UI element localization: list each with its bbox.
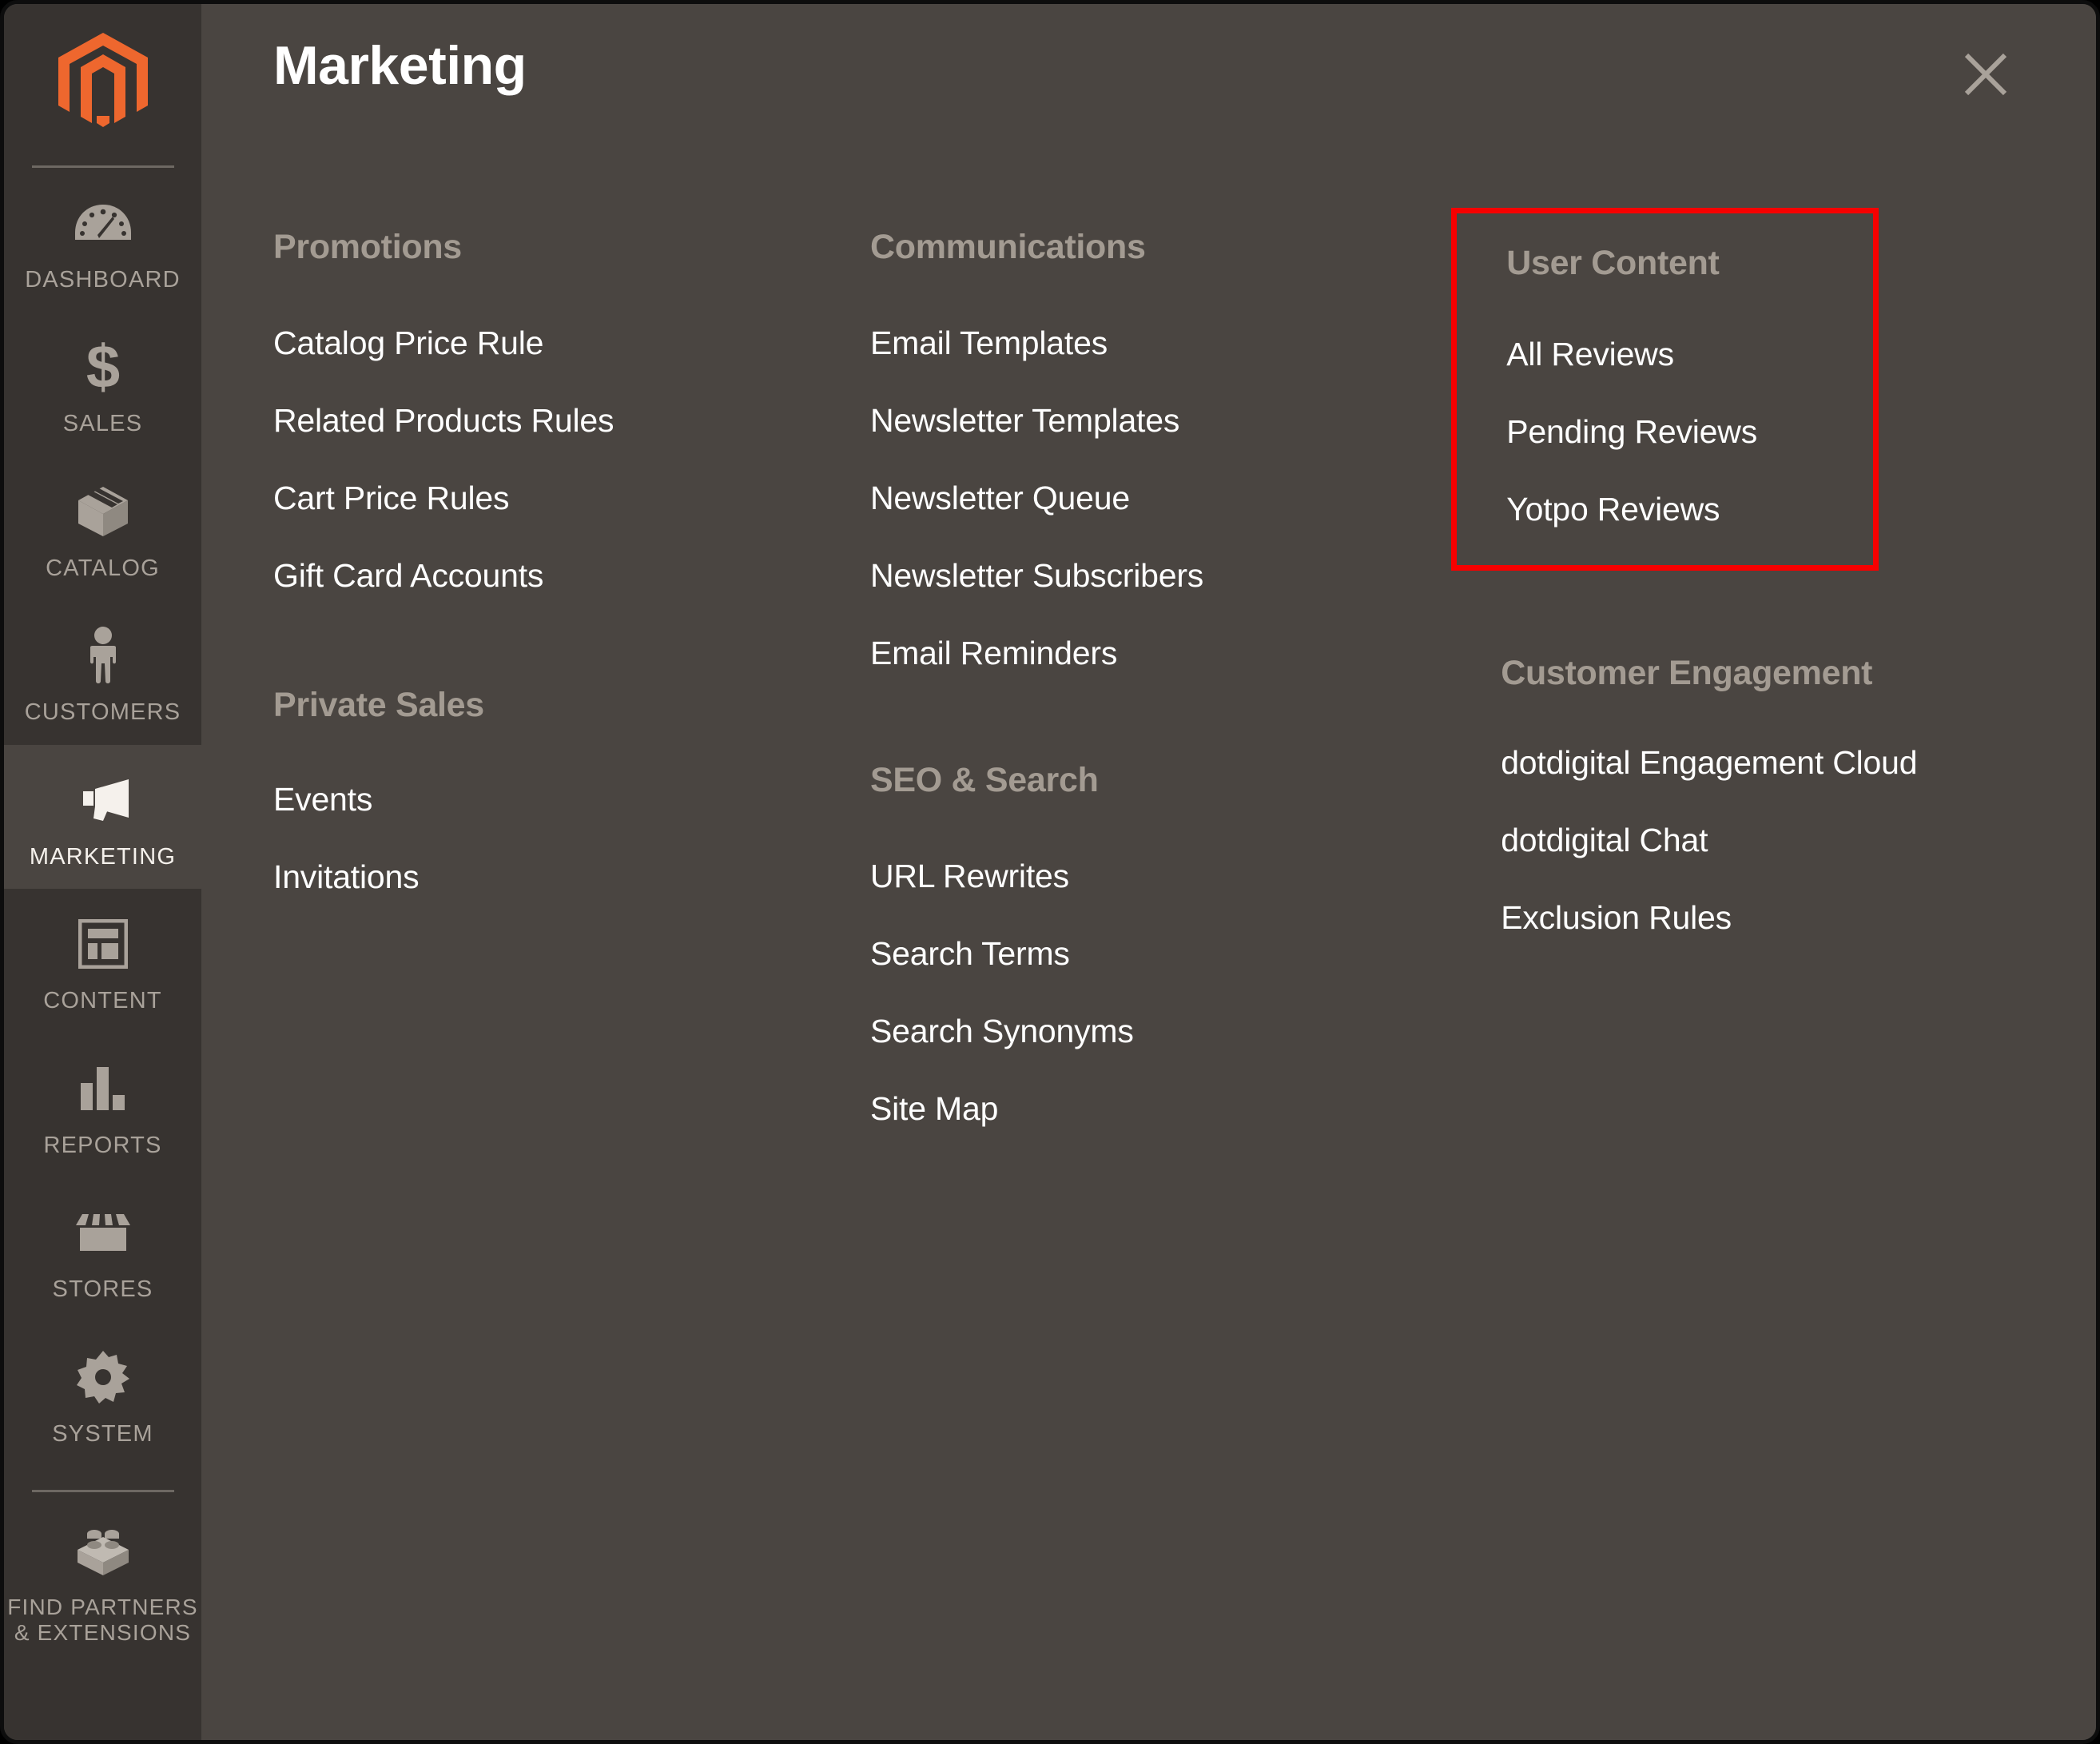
- menu-group-seo-search: SEO & Search URL Rewrites Search Terms S…: [870, 761, 1415, 1133]
- person-icon: [84, 624, 122, 687]
- menu-item-site-map[interactable]: Site Map: [870, 1085, 1415, 1133]
- magento-logo-icon: [58, 33, 148, 127]
- sidebar-divider-bottom: [31, 1490, 174, 1493]
- bar-chart-icon: [79, 1057, 127, 1120]
- group-title: User Content: [1506, 244, 1720, 282]
- menu-item-dotdigital-engagement-cloud[interactable]: dotdigital Engagement Cloud: [1501, 739, 2096, 786]
- menu-column-3: User Content All Reviews Pending Reviews…: [1415, 149, 2096, 1740]
- sidebar-item-reports[interactable]: REPORTS: [4, 1033, 201, 1177]
- menu-item-exclusion-rules[interactable]: Exclusion Rules: [1501, 894, 2096, 942]
- group-items: URL Rewrites Search Terms Search Synonym…: [870, 853, 1415, 1133]
- storefront-icon: [74, 1201, 132, 1264]
- menu-column-1: Promotions Catalog Price Rule Related Pr…: [201, 149, 809, 1740]
- menu-item-related-products-rules[interactable]: Related Products Rules: [273, 397, 809, 444]
- sidebar-item-label: STORES: [52, 1276, 153, 1303]
- sidebar-item-label: SYSTEM: [52, 1420, 153, 1447]
- sidebar-item-label: CONTENT: [43, 988, 162, 1014]
- menu-item-search-terms[interactable]: Search Terms: [870, 930, 1415, 978]
- group-title: Private Sales: [273, 686, 484, 724]
- sidebar-item-label: MARKETING: [29, 843, 177, 870]
- menu-group-user-content: User Content All Reviews Pending Reviews…: [1451, 208, 1879, 571]
- sidebar-item-label: DASHBOARD: [25, 267, 181, 293]
- group-title: Promotions: [273, 228, 462, 266]
- menu-item-all-reviews[interactable]: All Reviews: [1506, 331, 1873, 378]
- menu-item-invitations[interactable]: Invitations: [273, 854, 809, 901]
- megaphone-icon: [73, 769, 133, 831]
- close-button[interactable]: [1957, 46, 2014, 103]
- menu-item-email-reminders[interactable]: Email Reminders: [870, 630, 1415, 677]
- page-title: Marketing: [273, 35, 527, 96]
- layout-icon: [78, 913, 128, 975]
- group-items: dotdigital Engagement Cloud dotdigital C…: [1501, 739, 2096, 942]
- group-title: Communications: [869, 228, 1146, 266]
- box-icon: [77, 480, 129, 543]
- marketing-menu-panel: Marketing Promotions Catalog Price Rule …: [201, 4, 2096, 1740]
- magento-admin-window: DASHBOARD $ SALES CATALOG CUSTOMERS MARK…: [0, 0, 2100, 1744]
- menu-item-pending-reviews[interactable]: Pending Reviews: [1506, 408, 1873, 456]
- gear-icon: [76, 1346, 129, 1408]
- menu-item-newsletter-subscribers[interactable]: Newsletter Subscribers: [870, 552, 1415, 599]
- menu-item-dotdigital-chat[interactable]: dotdigital Chat: [1501, 817, 2096, 864]
- dollar-icon: $: [83, 336, 123, 398]
- sidebar-item-label-line1: FIND PARTNERS: [7, 1595, 198, 1620]
- menu-item-gift-card-accounts[interactable]: Gift Card Accounts: [273, 552, 809, 599]
- menu-column-2: Communications Email Templates Newslette…: [809, 149, 1415, 1740]
- sidebar-item-system[interactable]: SYSTEM: [4, 1322, 201, 1466]
- sidebar-item-label: REPORTS: [43, 1132, 162, 1158]
- menu-group-communications: Communications Email Templates Newslette…: [870, 228, 1415, 677]
- menu-item-events[interactable]: Events: [273, 776, 809, 823]
- sidebar-item-label: SALES: [62, 411, 143, 437]
- sidebar-item-customers[interactable]: CUSTOMERS: [4, 600, 201, 744]
- menu-columns: Promotions Catalog Price Rule Related Pr…: [201, 149, 2096, 1740]
- group-items: Catalog Price Rule Related Products Rule…: [273, 320, 809, 599]
- menu-item-newsletter-queue[interactable]: Newsletter Queue: [870, 475, 1415, 522]
- sidebar-item-marketing[interactable]: MARKETING: [4, 744, 201, 890]
- menu-item-yotpo-reviews[interactable]: Yotpo Reviews: [1506, 486, 1873, 533]
- sidebar: DASHBOARD $ SALES CATALOG CUSTOMERS MARK…: [4, 4, 201, 1740]
- group-title: Customer Engagement: [1501, 654, 1873, 692]
- menu-item-email-templates[interactable]: Email Templates: [870, 320, 1415, 367]
- menu-item-search-synonyms[interactable]: Search Synonyms: [870, 1008, 1415, 1055]
- magento-logo[interactable]: [4, 25, 201, 130]
- sidebar-item-label: FIND PARTNERS & EXTENSIONS: [7, 1595, 198, 1645]
- sidebar-item-label: CUSTOMERS: [24, 699, 181, 726]
- svg-text:$: $: [86, 338, 119, 396]
- sidebar-item-find-partners-extensions[interactable]: FIND PARTNERS & EXTENSIONS: [4, 1511, 201, 1664]
- menu-item-catalog-price-rule[interactable]: Catalog Price Rule: [273, 320, 809, 367]
- panel-header: Marketing: [201, 4, 2096, 149]
- sidebar-item-dashboard[interactable]: DASHBOARD: [4, 168, 201, 312]
- gauge-icon: [74, 192, 133, 254]
- menu-group-promotions: Promotions Catalog Price Rule Related Pr…: [273, 228, 809, 599]
- sidebar-item-catalog[interactable]: CATALOG: [4, 456, 201, 600]
- menu-item-cart-price-rules[interactable]: Cart Price Rules: [273, 475, 809, 522]
- sidebar-item-content[interactable]: CONTENT: [4, 889, 201, 1033]
- sidebar-item-sales[interactable]: $ SALES: [4, 312, 201, 456]
- group-items: All Reviews Pending Reviews Yotpo Review…: [1506, 331, 1873, 533]
- menu-group-customer-engagement: Customer Engagement dotdigital Engagemen…: [1451, 654, 2096, 942]
- group-items: Events Invitations: [273, 776, 809, 901]
- sidebar-item-label: CATALOG: [46, 555, 160, 581]
- group-title: SEO & Search: [869, 761, 1099, 799]
- sidebar-item-stores[interactable]: STORES: [4, 1177, 201, 1321]
- menu-item-url-rewrites[interactable]: URL Rewrites: [870, 853, 1415, 900]
- close-icon: [1964, 53, 2007, 96]
- lego-brick-icon: [74, 1519, 132, 1582]
- group-items: Email Templates Newsletter Templates New…: [870, 320, 1415, 677]
- sidebar-item-label-line2: & EXTENSIONS: [14, 1619, 192, 1645]
- menu-item-newsletter-templates[interactable]: Newsletter Templates: [870, 397, 1415, 444]
- menu-group-private-sales: Private Sales Events Invitations: [273, 686, 809, 901]
